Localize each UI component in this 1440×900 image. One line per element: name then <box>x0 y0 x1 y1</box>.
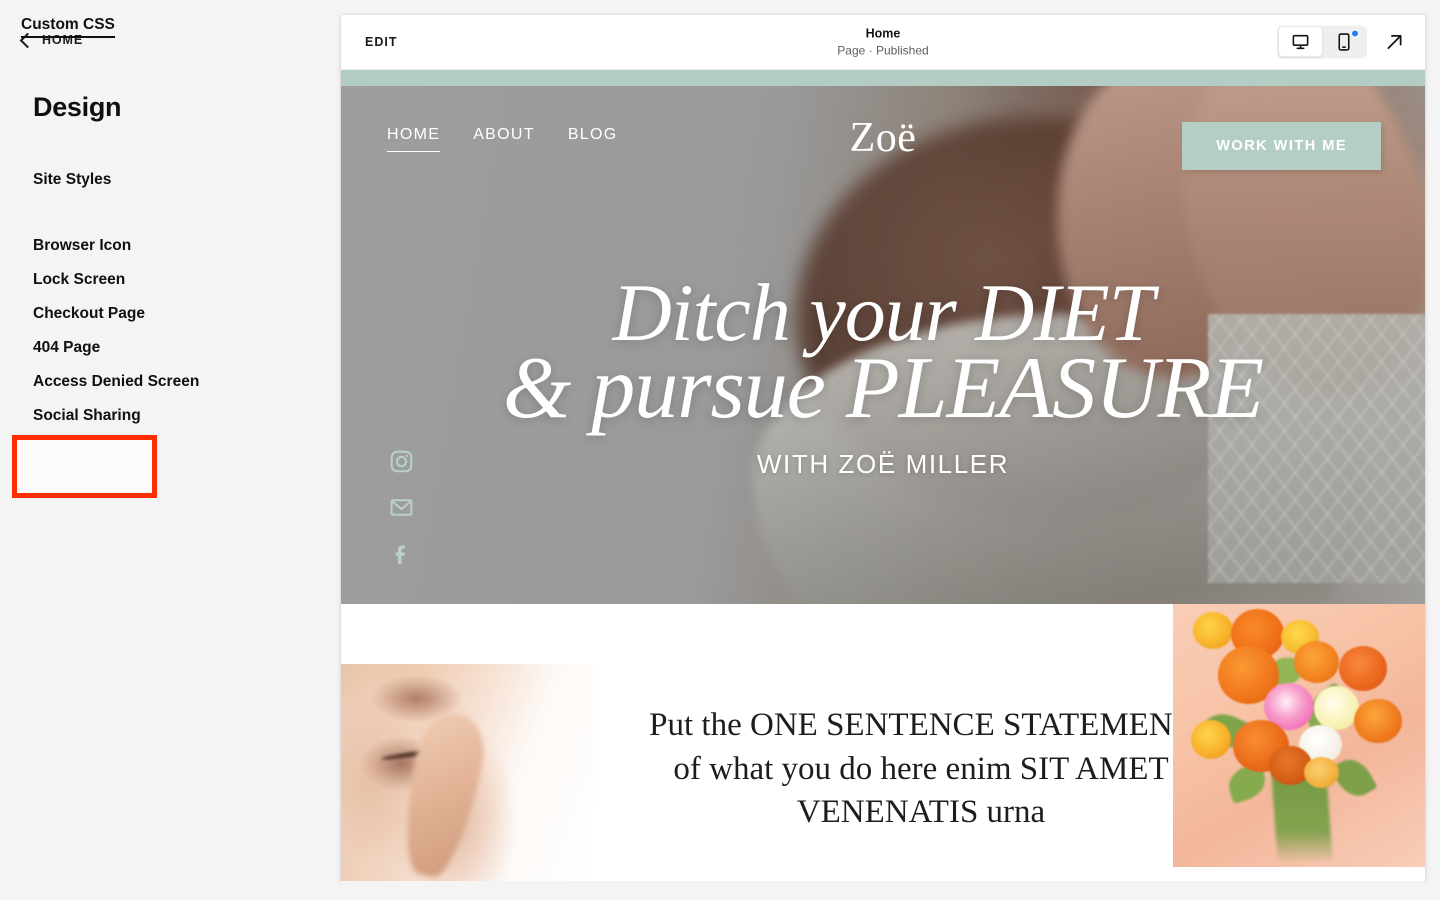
custom-css-highlight-box <box>12 435 157 498</box>
open-in-new-tab-button[interactable] <box>1381 29 1407 55</box>
page-info: Home Page · Published <box>733 26 1033 59</box>
device-view-toggle[interactable] <box>1277 25 1367 59</box>
sidebar-item-site-styles[interactable]: Site Styles <box>33 171 111 189</box>
lips-image <box>341 664 593 881</box>
email-icon <box>390 499 413 516</box>
sidebar-item-lock-screen[interactable]: Lock Screen <box>33 263 313 297</box>
flowers-image <box>1173 604 1425 867</box>
preview-page-title: Home <box>865 26 901 41</box>
hero-section: HOME ABOUT BLOG Zoë WORK WITH ME Ditch y… <box>341 86 1425 604</box>
site-preview-panel: EDIT Home Page · Published HOME ABOUT BL… <box>341 15 1425 881</box>
preview-bottom-strip <box>341 881 1425 900</box>
site-navigation: HOME ABOUT BLOG <box>387 126 618 152</box>
desktop-monitor-icon <box>1292 34 1309 50</box>
sidebar-item-social-sharing[interactable]: Social Sharing <box>33 399 313 433</box>
intro-statement: Put the ONE SENTENCE STATEMENT of what y… <box>649 707 1193 831</box>
arrow-up-right-icon <box>1387 35 1401 49</box>
sidebar-item-access-denied-screen[interactable]: Access Denied Screen <box>33 365 313 399</box>
mobile-view-button[interactable] <box>1322 28 1365 57</box>
email-link[interactable] <box>389 495 414 520</box>
toolbar-actions <box>1277 25 1407 59</box>
sidebar-item-checkout-page[interactable]: Checkout Page <box>33 297 313 331</box>
sidebar-item-404-page[interactable]: 404 Page <box>33 331 313 365</box>
work-with-me-button[interactable]: WORK WITH ME <box>1182 122 1381 170</box>
page-title: Design <box>33 92 122 122</box>
mobile-phone-icon <box>1337 33 1350 51</box>
site-logo[interactable]: Zoë <box>850 114 917 162</box>
nav-link-blog[interactable]: BLOG <box>568 126 618 152</box>
flower-bloom-10 <box>1190 719 1231 760</box>
edit-button[interactable]: EDIT <box>365 35 397 49</box>
sidebar-item-browser-icon[interactable]: Browser Icon <box>33 229 313 263</box>
flower-bloom-6 <box>1339 646 1388 691</box>
nav-link-about[interactable]: ABOUT <box>473 126 535 152</box>
app-root: HOME Design Site Styles Browser Icon Loc… <box>0 0 1440 900</box>
intro-section: Put the ONE SENTENCE STATEMENT of what y… <box>341 604 1425 881</box>
mobile-notification-badge <box>1351 29 1359 38</box>
preview-toolbar: EDIT Home Page · Published <box>341 15 1425 70</box>
design-sidebar: HOME Design Site Styles Browser Icon Loc… <box>0 0 341 900</box>
nav-link-home[interactable]: HOME <box>387 126 441 152</box>
site-accent-bar <box>341 70 1425 86</box>
sidebar-menu: Browser Icon Lock Screen Checkout Page 4… <box>33 229 313 433</box>
flower-bloom-1 <box>1193 611 1234 649</box>
flower-bloom-5 <box>1293 640 1340 683</box>
facebook-icon <box>395 545 405 564</box>
facebook-link[interactable] <box>389 541 414 566</box>
instagram-icon <box>390 450 413 473</box>
sidebar-item-custom-css[interactable]: Custom CSS <box>21 16 115 38</box>
desktop-view-button[interactable] <box>1279 27 1322 57</box>
preview-page-status: Page · Published <box>837 43 929 58</box>
instagram-link[interactable] <box>389 449 414 474</box>
social-links <box>389 449 414 566</box>
flower-bloom-14 <box>1304 756 1340 789</box>
